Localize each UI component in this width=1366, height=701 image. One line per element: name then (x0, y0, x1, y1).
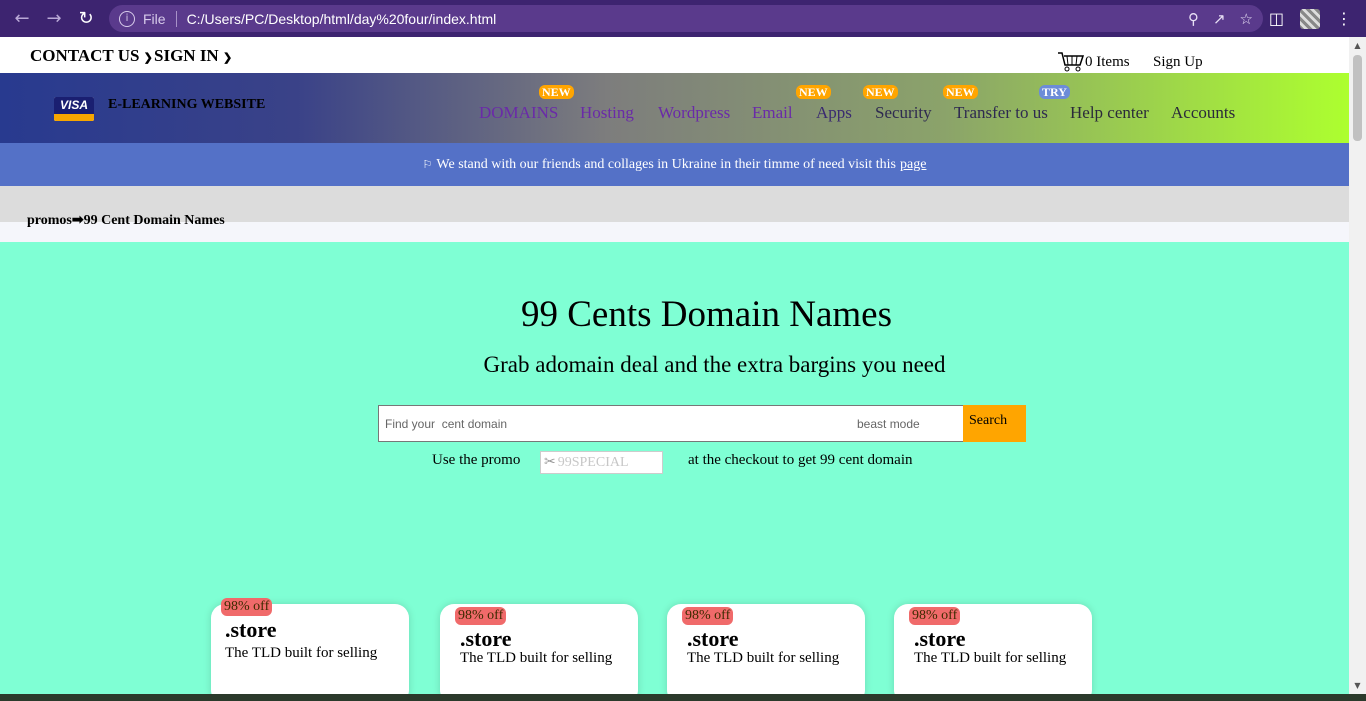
card-description: The TLD built for selling (914, 650, 1067, 666)
card-tld: .store (225, 617, 277, 642)
visa-stripe (54, 114, 94, 121)
discount-badge: 98% off (221, 598, 273, 616)
nav-security-label: Security (875, 103, 932, 122)
scheme-label: File (143, 10, 166, 27)
cart-count: 0 Items (1085, 53, 1130, 70)
card-tld: .store (460, 626, 512, 651)
nav-wordpress[interactable]: Wordpress (658, 103, 730, 123)
page-title: 99 Cents Domain Names (521, 294, 892, 335)
domain-search-box: beast mode (378, 405, 964, 442)
scroll-up-icon[interactable]: ▲ (1349, 37, 1366, 54)
forward-icon[interactable]: → (38, 0, 70, 37)
nav-transfer[interactable]: NEW Transfer to us (943, 85, 1048, 123)
promo-code: 99SPECIAL (557, 454, 629, 470)
brand-title: E-LEARNING WEBSITE (108, 97, 266, 112)
ukraine-banner: ⚐ We stand with our friends and collages… (0, 143, 1349, 186)
discount-badge: 98% off (682, 607, 734, 625)
nav-email[interactable]: NEW Email (752, 85, 831, 123)
vertical-scrollbar[interactable]: ▲ ▼ (1349, 37, 1366, 694)
card-description: The TLD built for selling (225, 645, 378, 661)
back-icon[interactable]: ← (6, 0, 38, 37)
chevron-down-icon: ❯ (222, 52, 233, 64)
bookmark-star-icon[interactable]: ☆ (1240, 10, 1253, 28)
new-badge: NEW (943, 85, 978, 99)
try-badge: TRY (1039, 85, 1070, 99)
visa-label: VISA (54, 97, 94, 114)
nav-help-center-label: Help center (1070, 103, 1149, 122)
nav-accounts[interactable]: Accounts (1171, 103, 1235, 123)
top-bar: CONTACT US ❯ SIGN IN ❯ 0 Items Sign Up (0, 37, 1349, 73)
omnibox-divider (175, 10, 177, 27)
taskbar-edge (0, 694, 1366, 701)
page-subtitle: Grab adomain deal and the extra bargins … (483, 352, 946, 377)
url-text[interactable]: C:/Users/PC/Desktop/html/day%20four/inde… (187, 11, 497, 27)
new-badge: NEW (863, 85, 898, 99)
domain-card[interactable]: 98% off .store The TLD built for selling (894, 604, 1092, 694)
banner-text: We stand with our friends and collages i… (436, 156, 897, 172)
promo-suffix: at the checkout to get 99 cent domain (688, 452, 913, 468)
domain-card[interactable]: 98% off .store The TLD built for selling (211, 598, 409, 694)
scroll-down-icon[interactable]: ▼ (1349, 677, 1366, 694)
discount-badge: 98% off (909, 607, 961, 625)
nav-accounts-label: Accounts (1171, 103, 1236, 122)
domain-search-input[interactable] (385, 406, 835, 441)
contact-us-menu[interactable]: CONTACT US ❯ (30, 46, 153, 66)
chevron-down-icon: ❯ (143, 52, 153, 64)
info-icon[interactable]: i (119, 10, 135, 27)
scissors-icon: ✂ (544, 455, 556, 470)
contact-us-label: CONTACT US (30, 46, 140, 65)
nav-help-center[interactable]: TRY Help center (1039, 85, 1149, 123)
flag-icon: ⚐ (422, 159, 433, 171)
nav-domains[interactable]: NEW DOMAINS (479, 85, 574, 123)
reload-icon[interactable]: ↻ (70, 0, 102, 37)
share-icon[interactable]: ↗ (1213, 10, 1226, 28)
toolbar-end: ◫ ⋮ (1269, 0, 1352, 37)
discount-badge: 98% off (455, 607, 507, 625)
nav-email-label: Email (752, 103, 793, 122)
nav-hosting-label: Hosting (580, 103, 634, 122)
nav-domains-label: DOMAINS (479, 103, 559, 122)
nav-wordpress-label: Wordpress (658, 103, 731, 122)
side-panel-icon[interactable]: ◫ (1269, 9, 1284, 28)
card-description: The TLD built for selling (460, 650, 613, 666)
banner-page-link[interactable]: page (900, 157, 926, 173)
card-tld: .store (914, 626, 966, 651)
visa-logo: VISA (54, 97, 94, 121)
zoom-icon[interactable]: ⚲ (1188, 10, 1199, 28)
card-description: The TLD built for selling (687, 650, 840, 666)
nav-transfer-label: Transfer to us (954, 103, 1048, 122)
sign-in-menu[interactable]: SIGN IN ❯ (154, 46, 232, 66)
new-badge: NEW (539, 85, 574, 99)
menu-kebab-icon[interactable]: ⋮ (1336, 9, 1352, 28)
domain-card[interactable]: 98% off .store The TLD built for selling (667, 604, 865, 694)
promo-code-field[interactable]: ✂ 99SPECIAL (540, 451, 663, 474)
shopping-cart-icon (1058, 52, 1085, 72)
page-viewport: CONTACT US ❯ SIGN IN ❯ 0 Items Sign Up V… (0, 37, 1349, 694)
card-tld: .store (687, 626, 739, 651)
promo-prefix: Use the promo (432, 452, 521, 468)
nav-security[interactable]: Security (875, 103, 932, 123)
nav-hosting[interactable]: Hosting (580, 103, 634, 123)
site-header: VISA E-LEARNING WEBSITE NEW DOMAINS Host… (0, 73, 1349, 143)
scrollbar-thumb[interactable] (1353, 55, 1362, 141)
nav-apps-label: Apps (816, 103, 852, 122)
omnibox-actions: ⚲ ↗ ☆ (1188, 10, 1253, 28)
breadcrumb: promos➡99 Cent Domain Names (27, 213, 225, 228)
profile-avatar-icon[interactable] (1300, 8, 1320, 29)
sign-in-label: SIGN IN (154, 46, 219, 65)
nav-apps[interactable]: NEW Apps (816, 85, 898, 123)
domain-card[interactable]: 98% off .store The TLD built for selling (440, 604, 638, 694)
cart-button[interactable]: 0 Items (1057, 51, 1130, 73)
browser-toolbar: ← → ↻ i File C:/Users/PC/Desktop/html/da… (0, 0, 1366, 37)
sign-up-link[interactable]: Sign Up (1153, 54, 1203, 71)
new-badge: NEW (796, 85, 831, 99)
search-mode-label[interactable]: beast mode (857, 417, 920, 431)
search-button[interactable]: Search (963, 405, 1026, 442)
address-bar[interactable]: i File C:/Users/PC/Desktop/html/day%20fo… (109, 5, 1263, 32)
